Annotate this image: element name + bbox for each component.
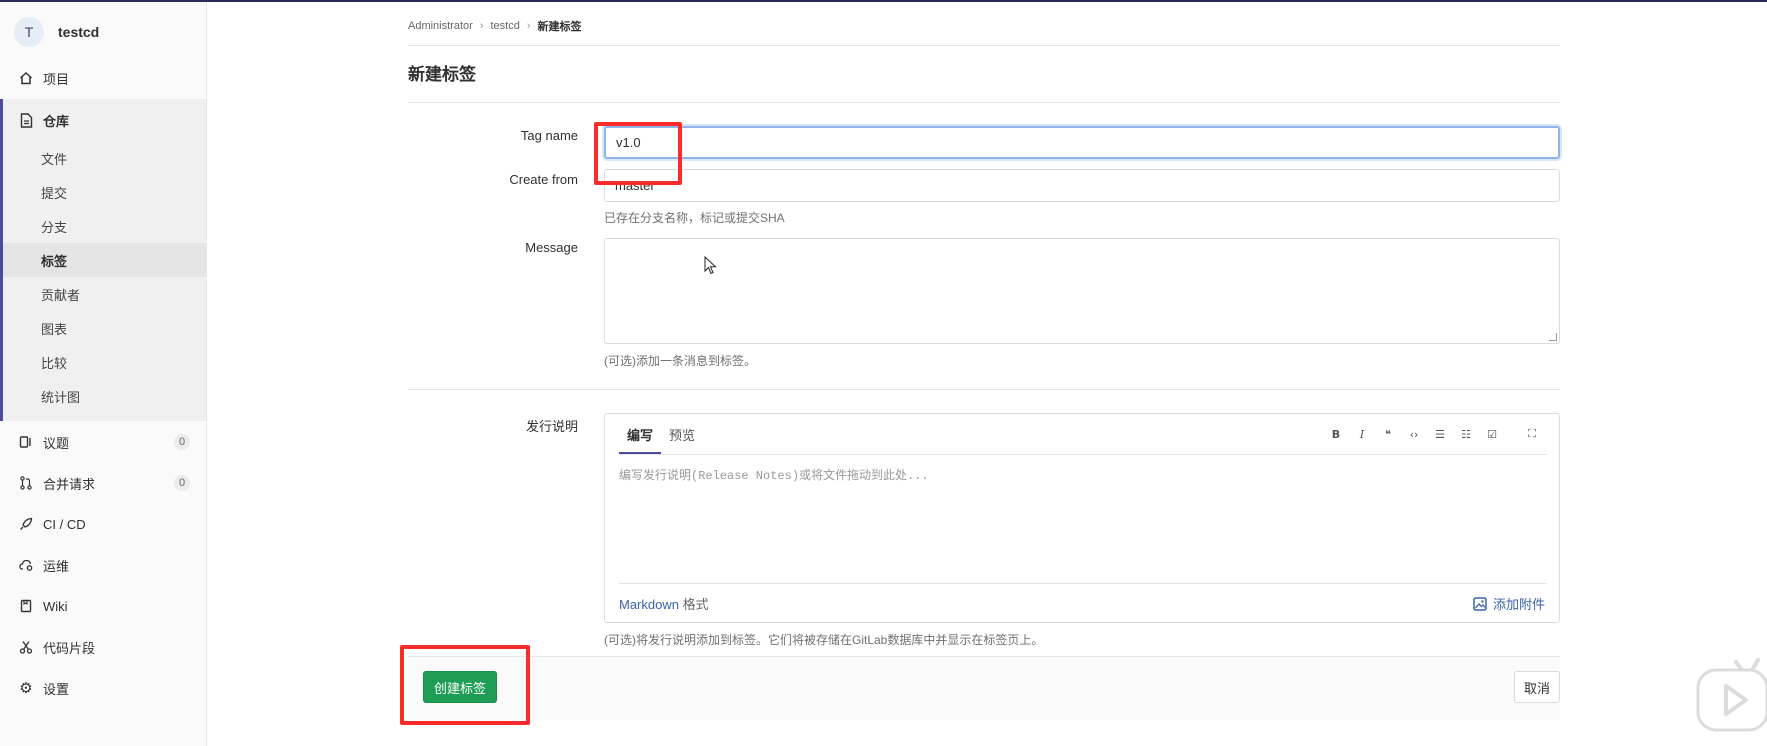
issues-icon (18, 434, 34, 450)
quote-icon[interactable]: ❝ (1375, 424, 1401, 444)
tab-write[interactable]: 编写 (619, 414, 662, 454)
sidebar-project[interactable]: T testcd (14, 16, 99, 48)
numbered-list-icon[interactable]: ☷ (1453, 424, 1479, 444)
message-label: Message (525, 240, 578, 255)
divider (619, 583, 1547, 584)
breadcrumb-item-current[interactable]: 新建标签 (538, 18, 582, 34)
breadcrumb-item-namespace[interactable]: Administrator (408, 20, 473, 32)
highlight-box-create-button (400, 645, 530, 725)
sidebar-item-label: 合并请求 (43, 476, 96, 492)
create-from-input[interactable]: master (604, 169, 1560, 202)
sidebar-subitem-commits[interactable]: 提交 (3, 175, 206, 209)
scissors-icon (18, 639, 34, 655)
page-title: 新建标签 (408, 65, 476, 84)
sidebar-item-wiki[interactable]: Wiki (0, 586, 206, 626)
sidebar-subitem-contributors[interactable]: 贡献者 (3, 277, 206, 311)
divider (408, 45, 1560, 46)
release-notes-textarea[interactable]: 编写发行说明(Release Notes)或将文件拖动到此处... (619, 466, 929, 483)
divider (408, 389, 1560, 390)
chevron-right-icon: › (526, 20, 531, 32)
sidebar-item-settings[interactable]: ⚙ 设置 (0, 668, 206, 708)
markdown-link[interactable]: Markdown (619, 597, 679, 612)
sidebar-subitem-graph[interactable]: 图表 (3, 311, 206, 345)
resize-handle-icon[interactable] (1549, 333, 1557, 341)
image-icon (1473, 596, 1487, 611)
editor-tabs: 编写 预览 (619, 414, 703, 454)
rocket-icon (18, 516, 34, 532)
fullscreen-icon[interactable]: ⛶ (1519, 424, 1545, 444)
sidebar-item-label: CI / CD (43, 516, 86, 532)
release-notes-help: (可选)将发行说明添加到标签。它们将被存储在GitLab数据库中并显示在标签页上… (604, 633, 1044, 647)
sidebar-subitem-charts[interactable]: 统计图 (3, 379, 206, 413)
attach-file-label: 添加附件 (1492, 597, 1545, 612)
issues-count-badge: 0 (174, 434, 190, 450)
tag-name-input[interactable]: v1.0 (604, 126, 1560, 159)
cloud-gear-icon (18, 557, 34, 573)
top-bar-line (0, 0, 1767, 2)
sidebar-item-ci-cd[interactable]: CI / CD (0, 504, 206, 544)
home-icon (18, 70, 34, 86)
document-icon (18, 112, 34, 128)
attach-file-button[interactable]: 添加附件 (1473, 594, 1545, 613)
sidebar-item-label: 项目 (43, 71, 70, 87)
chevron-right-icon: › (479, 20, 484, 32)
mouse-cursor-icon (704, 256, 717, 275)
tag-name-label: Tag name (520, 128, 578, 143)
sidebar-subitem-tags[interactable]: 标签 (3, 243, 206, 277)
create-from-help: 已存在分支名称，标记或提交SHA (604, 211, 785, 225)
video-play-widget-icon[interactable] (1696, 656, 1767, 734)
breadcrumb-item-project[interactable]: testcd (490, 20, 519, 32)
divider (408, 102, 1560, 103)
sidebar-subitem-branches[interactable]: 分支 (3, 209, 206, 243)
divider (619, 454, 1547, 455)
sidebar-subitem-files[interactable]: 文件 (3, 141, 206, 175)
bold-icon[interactable]: B (1323, 424, 1349, 444)
sidebar-item-label: 仓库 (43, 113, 70, 129)
release-notes-editor: 编写 预览 B I ❝ ‹› ☰ ☷ ☑ ⛶ 编写发行说明(Release No… (604, 413, 1560, 623)
merge-request-icon (18, 475, 34, 491)
task-list-icon[interactable]: ☑ (1479, 424, 1505, 444)
form-actions: 创建标签 取消 (408, 656, 1560, 720)
message-textarea[interactable] (604, 238, 1560, 344)
markdown-hint: Markdown 格式 (619, 594, 709, 613)
code-icon[interactable]: ‹› (1401, 424, 1427, 444)
sidebar-item-label: 议题 (43, 435, 70, 451)
merge-requests-count-badge: 0 (174, 475, 190, 491)
create-from-label: Create from (509, 172, 578, 187)
sidebar-item-repository[interactable]: 仓库 (3, 99, 206, 141)
sidebar-group-repository: 仓库 文件 提交 分支 标签 贡献者 图表 比较 统计图 (0, 99, 206, 421)
sidebar-item-label: Wiki (43, 598, 68, 614)
release-notes-label: 发行说明 (525, 419, 578, 434)
project-avatar: T (14, 17, 44, 47)
gear-icon: ⚙ (19, 680, 33, 697)
message-help: (可选)添加一条消息到标签。 (604, 354, 756, 368)
sidebar-item-snippets[interactable]: 代码片段 (0, 627, 206, 667)
project-name: testcd (58, 24, 100, 40)
breadcrumb: Administrator › testcd › 新建标签 (408, 16, 582, 36)
sidebar-item-label: 设置 (43, 681, 70, 697)
italic-icon[interactable]: I (1349, 424, 1375, 444)
sidebar-subitem-compare[interactable]: 比较 (3, 345, 206, 379)
editor-toolbar: B I ❝ ‹› ☰ ☷ ☑ ⛶ (1323, 424, 1545, 444)
sidebar-item-label: 代码片段 (43, 640, 96, 656)
book-icon (18, 598, 34, 614)
bullet-list-icon[interactable]: ☰ (1427, 424, 1453, 444)
sidebar-item-issues[interactable]: 议题 0 (0, 422, 206, 462)
sidebar-item-project[interactable]: 项目 (0, 58, 206, 98)
markdown-hint-suffix: 格式 (678, 597, 709, 612)
highlight-box-tag-name (594, 122, 682, 185)
sidebar-item-label: 运维 (43, 558, 70, 574)
sidebar-item-operations[interactable]: 运维 (0, 545, 206, 585)
tab-preview[interactable]: 预览 (661, 414, 703, 454)
sidebar-item-merge-requests[interactable]: 合并请求 0 (0, 463, 206, 503)
cancel-button[interactable]: 取消 (1513, 671, 1560, 703)
sidebar: T testcd 项目 仓库 文件 提交 分支 标签 贡献者 图表 比较 统计图… (0, 2, 207, 746)
